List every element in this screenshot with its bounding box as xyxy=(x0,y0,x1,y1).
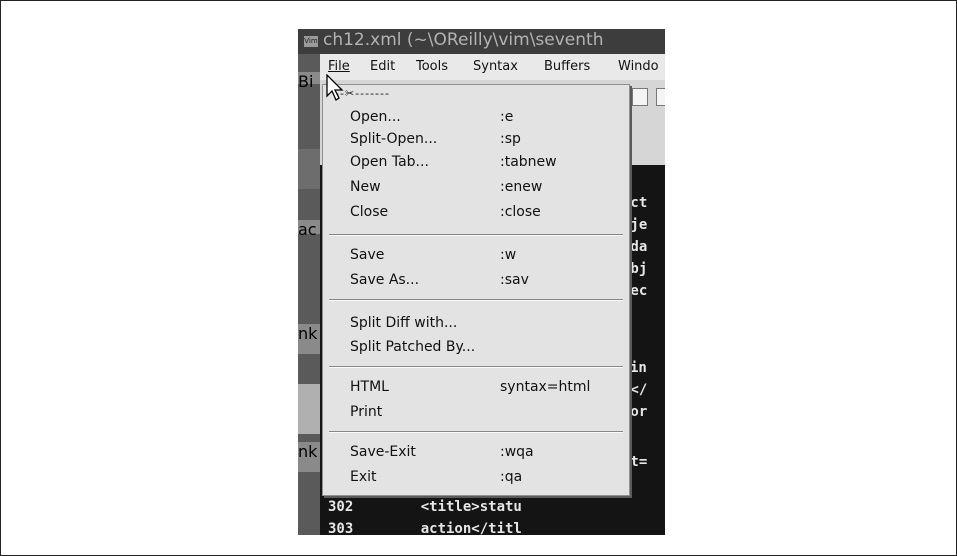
menu-item-split-diff[interactable]: Split Diff with... xyxy=(323,313,629,335)
menu-item-command: :wqa xyxy=(500,444,534,460)
menu-item-command: :qa xyxy=(500,469,523,485)
menu-item-label: Print xyxy=(350,404,383,420)
menu-item-label: Open... xyxy=(350,109,401,125)
menu-separator xyxy=(329,299,623,301)
menu-item-label: Split Diff with... xyxy=(350,315,458,331)
file-menu-dropdown: --✂------- Open... :e Split-Open... :sp … xyxy=(322,84,630,496)
menu-item-label: Open Tab... xyxy=(350,154,429,170)
menu-item-new[interactable]: New :enew xyxy=(323,177,629,199)
menu-item-label: Save-Exit xyxy=(350,444,416,460)
menu-separator xyxy=(329,431,623,433)
window-title: ch12.xml (~\OReilly\vim\seventh xyxy=(323,30,604,50)
menu-item-open-tab[interactable]: Open Tab... :tabnew xyxy=(323,152,629,174)
menu-item-label: Exit xyxy=(350,469,377,485)
desktop-fragment: nk xyxy=(298,324,320,354)
desktop-fragment: Bi xyxy=(298,72,320,91)
desktop-icon-shape xyxy=(298,149,320,189)
menu-buffers[interactable]: Buffers xyxy=(544,59,590,74)
menu-syntax[interactable]: Syntax xyxy=(473,59,518,74)
menu-item-exit[interactable]: Exit :qa xyxy=(323,467,629,489)
menu-item-print[interactable]: Print xyxy=(323,402,629,424)
menu-item-label: Split Patched By... xyxy=(350,339,476,355)
menu-item-split-open[interactable]: Split-Open... :sp xyxy=(323,129,629,151)
menu-item-label: New xyxy=(350,179,381,195)
menu-item-html[interactable]: HTML syntax=html xyxy=(323,377,629,399)
menu-item-open[interactable]: Open... :e xyxy=(323,107,629,129)
desktop-strip: Bi ac nk nk xyxy=(298,54,320,535)
menu-file[interactable]: File xyxy=(328,59,350,74)
code-line: 302 <title>statu xyxy=(328,499,522,515)
menu-bar: File Edit Tools Syntax Buffers Windo xyxy=(320,54,665,80)
menu-separator xyxy=(329,234,623,236)
menu-item-command: :sp xyxy=(500,131,521,147)
menu-item-command: :close xyxy=(500,204,541,220)
title-bar: Vim ch12.xml (~\OReilly\vim\seventh xyxy=(298,29,665,54)
toolbar-icon[interactable] xyxy=(656,88,665,106)
menu-item-label: Split-Open... xyxy=(350,131,438,147)
code-line: in xyxy=(630,360,647,376)
menu-item-save-as[interactable]: Save As... :sav xyxy=(323,270,629,292)
menu-edit[interactable]: Edit xyxy=(370,59,395,74)
menu-item-split-patched[interactable]: Split Patched By... xyxy=(323,337,629,359)
menu-item-label: HTML xyxy=(350,379,389,395)
vim-icon: Vim xyxy=(304,36,318,47)
desktop-icon-shape xyxy=(298,384,320,434)
menu-item-command: syntax=html xyxy=(500,379,591,395)
menu-item-label: Save xyxy=(350,247,385,263)
clipboard-icon[interactable] xyxy=(632,88,648,106)
menu-item-label: Save As... xyxy=(350,272,420,288)
menu-separator xyxy=(329,366,623,368)
menu-item-label: Close xyxy=(350,204,389,220)
mouse-pointer-icon xyxy=(326,74,344,101)
menu-item-command: :tabnew xyxy=(500,154,557,170)
menu-item-command: :w xyxy=(500,247,517,263)
menu-item-command: :enew xyxy=(500,179,543,195)
menu-item-command: :sav xyxy=(500,272,529,288)
menu-window[interactable]: Windo xyxy=(618,59,659,74)
menu-tools[interactable]: Tools xyxy=(416,59,448,74)
menu-item-command: :e xyxy=(500,109,514,125)
menu-item-save[interactable]: Save :w xyxy=(323,245,629,267)
desktop-fragment: nk xyxy=(298,442,320,472)
code-line: 303 action</titl xyxy=(328,521,522,535)
desktop-fragment: ac xyxy=(298,220,320,239)
menu-item-close[interactable]: Close :close xyxy=(323,202,629,224)
menu-item-save-exit[interactable]: Save-Exit :wqa xyxy=(323,442,629,464)
